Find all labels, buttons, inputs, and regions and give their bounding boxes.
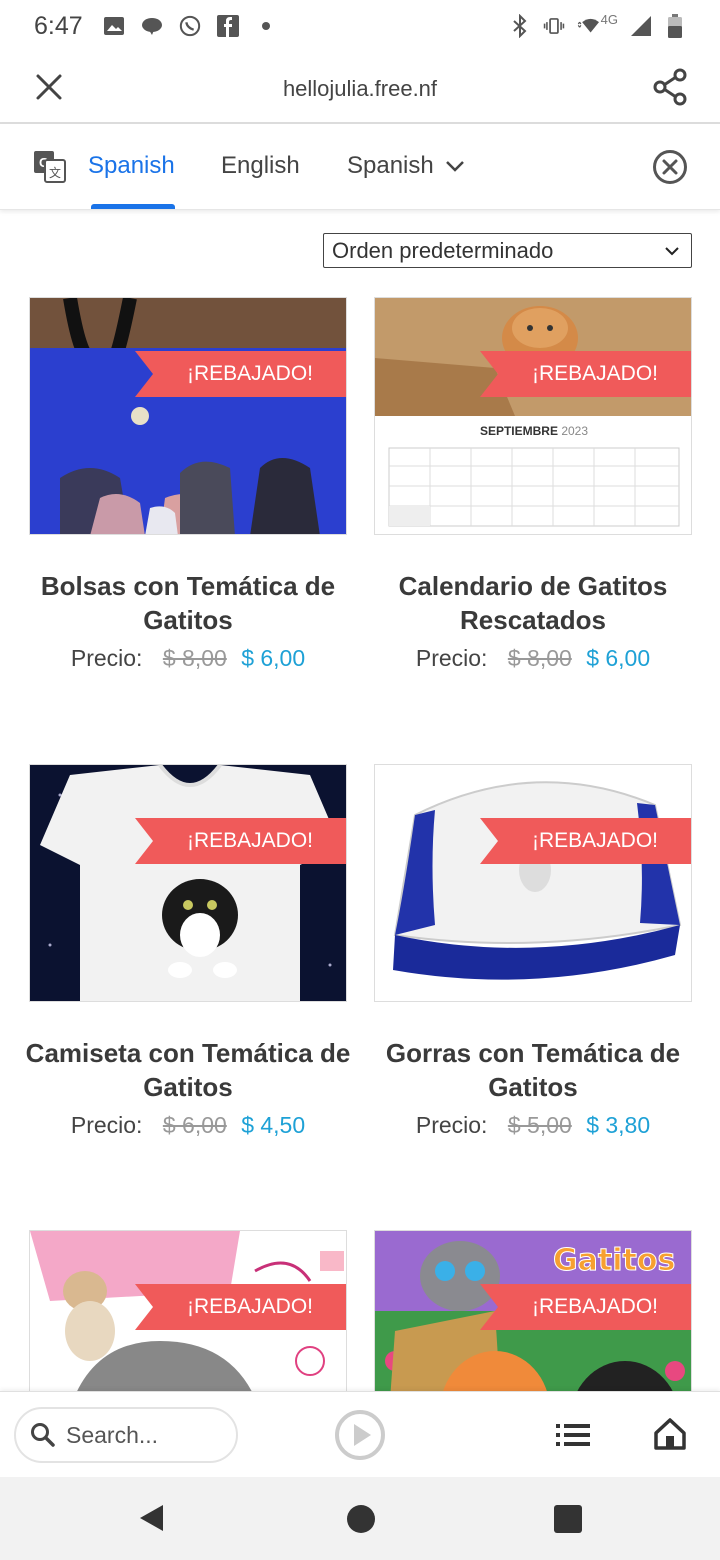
browser-toolbar: hellojulia.free.nf xyxy=(0,52,720,124)
price-label: Precio: xyxy=(70,645,143,671)
old-price: $ 5,00 xyxy=(507,1112,572,1138)
sale-badge: ¡REBAJADO! xyxy=(480,1284,691,1330)
chevron-down-icon xyxy=(665,247,679,256)
tab-english[interactable]: English xyxy=(221,152,300,180)
share-icon[interactable] xyxy=(652,68,688,106)
product-price: Precio: $ 6,00 $ 4,50 xyxy=(29,1112,347,1139)
search-icon xyxy=(31,1423,55,1447)
old-price: $ 8,00 xyxy=(507,645,572,671)
facebook-icon xyxy=(216,15,239,37)
product-price: Precio: $ 8,00 $ 6,00 xyxy=(29,645,347,672)
dot-icon xyxy=(255,15,277,37)
product-price: Precio: $ 5,00 $ 3,80 xyxy=(374,1112,692,1139)
price-label: Precio: xyxy=(415,645,488,671)
image-title-text: Gatitos xyxy=(552,1243,676,1279)
search-input[interactable]: Search... xyxy=(14,1407,238,1463)
calendar-header: SEPTIEMBRE 2023 xyxy=(375,424,691,438)
home-icon[interactable] xyxy=(653,1417,687,1451)
old-price: $ 6,00 xyxy=(162,1112,227,1138)
whatsapp-icon xyxy=(179,15,201,37)
sale-badge: ¡REBAJADO! xyxy=(480,818,691,864)
chat-bubble-icon xyxy=(141,15,163,37)
product-title[interactable]: Camiseta con Temática de Gatitos xyxy=(19,1036,357,1104)
product-title[interactable]: Bolsas con Temática de Gatitos xyxy=(19,569,357,637)
sale-badge: ¡REBAJADO! xyxy=(135,1284,346,1330)
sort-select-value: Orden predeterminado xyxy=(332,237,554,263)
play-icon[interactable] xyxy=(334,1409,386,1461)
status-time: 6:47 xyxy=(34,11,83,40)
battery-icon xyxy=(664,14,686,38)
vibrate-icon xyxy=(543,15,565,37)
sale-badge: ¡REBAJADO! xyxy=(135,351,346,397)
home-circle-icon[interactable] xyxy=(347,1505,375,1533)
notification-icons xyxy=(103,15,277,37)
old-price: $ 8,00 xyxy=(162,645,227,671)
bluetooth-icon xyxy=(509,14,531,38)
search-placeholder: Search... xyxy=(66,1421,159,1448)
sale-price: $ 3,80 xyxy=(586,1112,651,1138)
image-icon xyxy=(103,15,125,37)
google-translate-icon: G文 xyxy=(34,151,66,183)
url-text[interactable]: hellojulia.free.nf xyxy=(0,76,720,102)
status-bar: 6:47 4G xyxy=(0,0,720,52)
svg-text:文: 文 xyxy=(49,165,61,180)
sale-badge: ¡REBAJADO! xyxy=(135,818,346,864)
sale-price: $ 4,50 xyxy=(241,1112,306,1138)
sale-price: $ 6,00 xyxy=(586,645,651,671)
sale-badge: ¡REBAJADO! xyxy=(480,351,691,397)
wifi-icon xyxy=(577,15,599,37)
language-dropdown[interactable]: Spanish xyxy=(347,152,466,180)
language-dropdown-label: Spanish xyxy=(347,152,434,179)
chevron-down-icon xyxy=(445,161,464,172)
recent-apps-icon[interactable] xyxy=(554,1505,582,1533)
network-type: 4G xyxy=(600,11,618,27)
sale-price: $ 6,00 xyxy=(241,645,306,671)
android-nav-bar xyxy=(0,1477,720,1560)
signal-icon xyxy=(630,15,652,37)
product-price: Precio: $ 8,00 $ 6,00 xyxy=(374,645,692,672)
list-icon[interactable] xyxy=(556,1420,590,1450)
product-title[interactable]: Calendario de Gatitos Rescatados xyxy=(364,569,702,637)
tab-spanish[interactable]: Spanish xyxy=(88,152,175,180)
calendar-month: SEPTIEMBRE xyxy=(479,424,558,438)
active-tab-indicator xyxy=(91,204,175,209)
back-icon[interactable] xyxy=(137,1503,167,1533)
product-image[interactable]: ¡REBAJADO! xyxy=(374,764,692,1002)
calendar-year: 2023 xyxy=(561,424,589,438)
product-image[interactable]: SEPTIEMBRE 2023 ¡REBAJADO! xyxy=(374,297,692,535)
translate-bar: G文 Spanish English Spanish xyxy=(0,124,720,210)
product-image[interactable]: ¡REBAJADO! xyxy=(29,297,347,535)
bottom-toolbar: Search... xyxy=(0,1391,720,1477)
price-label: Precio: xyxy=(415,1112,488,1138)
system-icons: 4G xyxy=(509,12,686,38)
product-title[interactable]: Gorras con Temática de Gatitos xyxy=(364,1036,702,1104)
price-label: Precio: xyxy=(70,1112,143,1138)
product-image[interactable]: ¡REBAJADO! xyxy=(29,764,347,1002)
sort-select[interactable]: Orden predeterminado xyxy=(323,233,692,268)
close-translate-icon[interactable] xyxy=(652,149,688,185)
